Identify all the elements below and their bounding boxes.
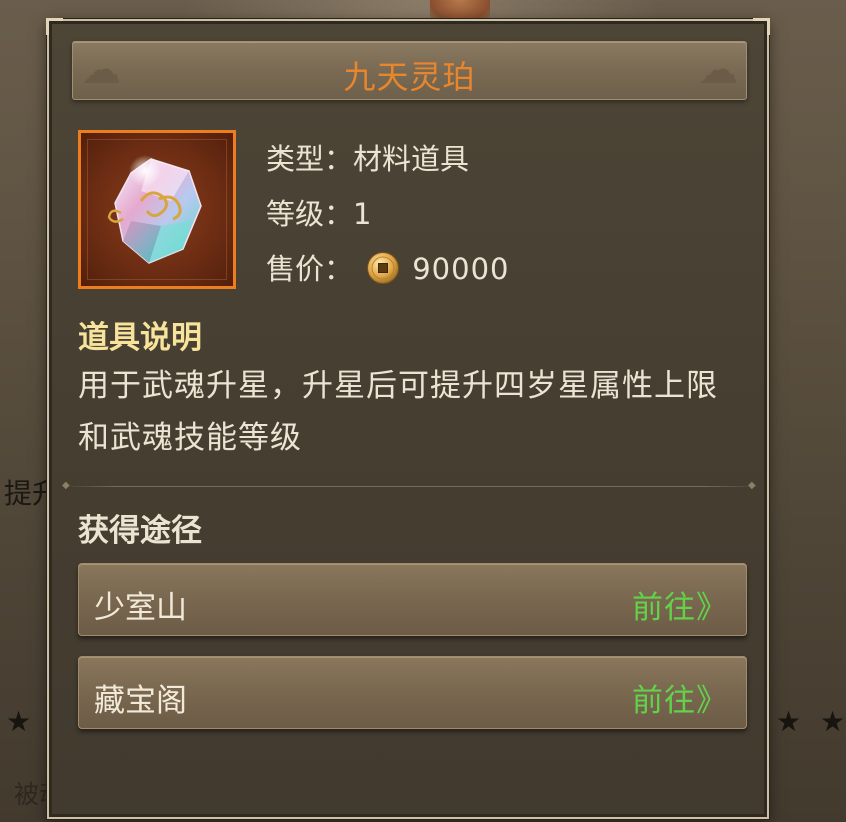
panel-corner-ornament <box>753 18 770 35</box>
panel-corner-ornament <box>46 18 63 35</box>
item-price-line: 售价： 90000 <box>266 246 510 288</box>
description-text: 用于武魂升星，升星后可提升四岁星属性上限和武魂技能等级 <box>78 368 718 456</box>
source-item-cangbaoge[interactable]: 藏宝阁 前往》 <box>78 656 747 729</box>
goto-link[interactable]: 前往》 <box>632 582 728 627</box>
title-banner: ☁ 九天灵珀 ☁ <box>72 41 747 100</box>
goto-link[interactable]: 前往》 <box>632 675 728 720</box>
item-price-label: 售价： <box>266 252 354 286</box>
item-price-value: 90000 <box>412 252 510 286</box>
item-type-value: 材料道具 <box>353 142 470 176</box>
item-type-label: 类型： <box>266 142 354 176</box>
divider-gem-icon: ◆ <box>62 480 70 491</box>
source-name: 藏宝阁 <box>94 683 187 719</box>
item-level-line: 等级：1 <box>266 191 371 233</box>
background-caption-right: 被动技能提升至3级 <box>766 775 846 811</box>
item-icon-frame <box>78 130 236 289</box>
background-text: 提升 <box>4 477 52 510</box>
item-level-value: 1 <box>353 197 372 231</box>
copper-coin-icon <box>367 252 400 284</box>
crystal-icon <box>107 155 202 264</box>
background-caption-left: 被动技能提升至2级 <box>14 780 48 809</box>
item-title: 九天灵珀 <box>343 58 476 96</box>
item-type-line: 类型：材料道具 <box>266 136 469 178</box>
star-icon: ★ <box>6 705 32 738</box>
source-item-shaoshishan[interactable]: 少室山 前往》 <box>78 563 747 636</box>
star-icon: ★ <box>820 705 846 738</box>
description-heading: 道具说明 <box>78 320 202 356</box>
source-name: 少室山 <box>94 590 187 626</box>
star-icon: ★ <box>776 705 802 738</box>
source-heading: 获得途径 <box>78 513 202 549</box>
item-level-label: 等级： <box>266 197 354 231</box>
section-divider <box>62 486 760 487</box>
divider-gem-icon: ◆ <box>748 480 756 491</box>
cloud-ornament-icon: ☁ <box>698 47 738 93</box>
